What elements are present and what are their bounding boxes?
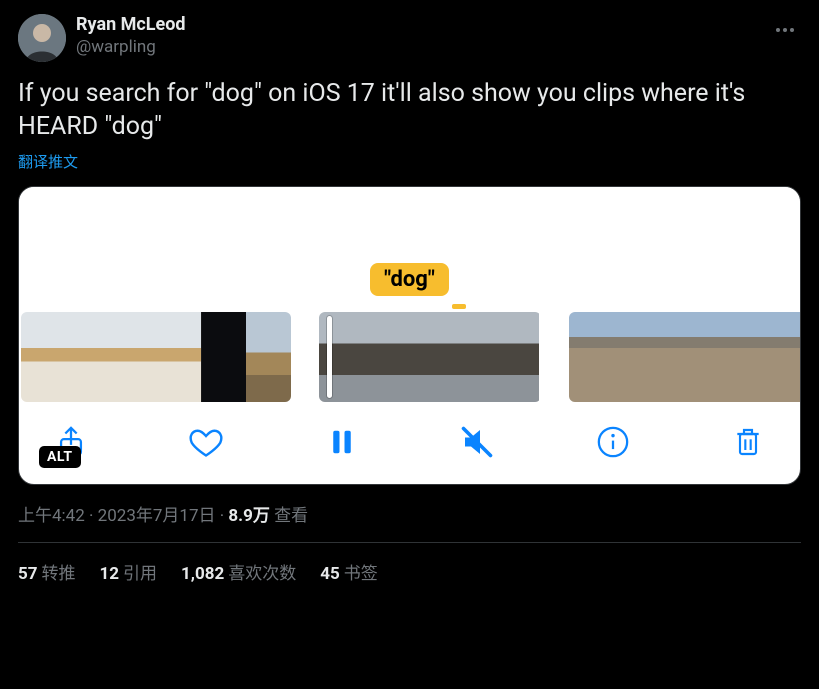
clip-frame [698, 312, 741, 402]
clip-frame [655, 312, 698, 402]
stat-bookmarks[interactable]: 45书签 [320, 559, 378, 584]
tweet-date[interactable]: 2023年7月17日 [98, 506, 216, 526]
stat-likes[interactable]: 1,082喜欢次数 [181, 559, 296, 584]
clip-frame [156, 312, 201, 402]
display-name[interactable]: Ryan McLeod [76, 14, 186, 37]
clip-frame [569, 312, 612, 402]
media-card[interactable]: "dog" [18, 186, 801, 485]
tweet-header: Ryan McLeod @warpling [18, 14, 801, 62]
tweet-container: Ryan McLeod @warpling If you search for … [0, 0, 819, 598]
translate-link[interactable]: 翻译推文 [18, 151, 78, 172]
clip-frame [612, 312, 655, 402]
clip-frame [201, 312, 246, 402]
avatar[interactable] [18, 14, 66, 62]
trash-icon [732, 425, 764, 459]
video-filmstrip[interactable] [19, 312, 800, 408]
tweet-stats: 57转推 12引用 1,082喜欢次数 45书签 [18, 543, 801, 584]
clip-frame [374, 312, 429, 402]
clip-group-1[interactable] [21, 312, 291, 402]
speaker-muted-icon [459, 424, 495, 460]
tweet-meta: 上午4:42 · 2023年7月17日 · 8.9万 查看 [18, 501, 801, 526]
views-label[interactable]: 查看 [274, 506, 308, 526]
clip-group-2[interactable] [319, 312, 541, 402]
timeline-marker-row [19, 304, 800, 312]
like-button[interactable] [186, 422, 226, 462]
media-whitespace [19, 187, 800, 263]
clip-frame [741, 312, 784, 402]
clip-frame [21, 312, 66, 402]
keyword-tick-marker [452, 304, 466, 309]
heart-icon [188, 424, 224, 460]
alt-badge[interactable]: ALT [39, 446, 81, 468]
playhead[interactable] [327, 316, 332, 398]
stat-retweets[interactable]: 57转推 [18, 559, 76, 584]
media-toolbar [19, 408, 800, 484]
mute-button[interactable] [457, 422, 497, 462]
pause-icon [327, 425, 357, 459]
ellipsis-icon [773, 18, 797, 42]
tweet-time[interactable]: 上午4:42 [18, 506, 85, 526]
clip-frame [429, 312, 484, 402]
views-count: 8.9万 [228, 506, 269, 526]
pause-button[interactable] [322, 422, 362, 462]
user-handle[interactable]: @warpling [76, 37, 186, 58]
info-button[interactable] [593, 422, 633, 462]
tweet-text: If you search for "dog" on iOS 17 it'll … [18, 78, 801, 143]
clip-frame [111, 312, 156, 402]
user-info: Ryan McLeod @warpling [76, 14, 186, 58]
keyword-pill: "dog" [370, 263, 449, 296]
clip-frame [246, 312, 291, 402]
info-icon [596, 425, 630, 459]
delete-button[interactable] [728, 422, 768, 462]
clip-frame [784, 312, 801, 402]
clip-group-3[interactable] [569, 312, 801, 402]
clip-frame [484, 312, 539, 402]
clip-frame [66, 312, 111, 402]
stat-quotes[interactable]: 12引用 [100, 559, 158, 584]
more-options-button[interactable] [769, 14, 801, 46]
keyword-pill-row: "dog" [19, 263, 800, 304]
